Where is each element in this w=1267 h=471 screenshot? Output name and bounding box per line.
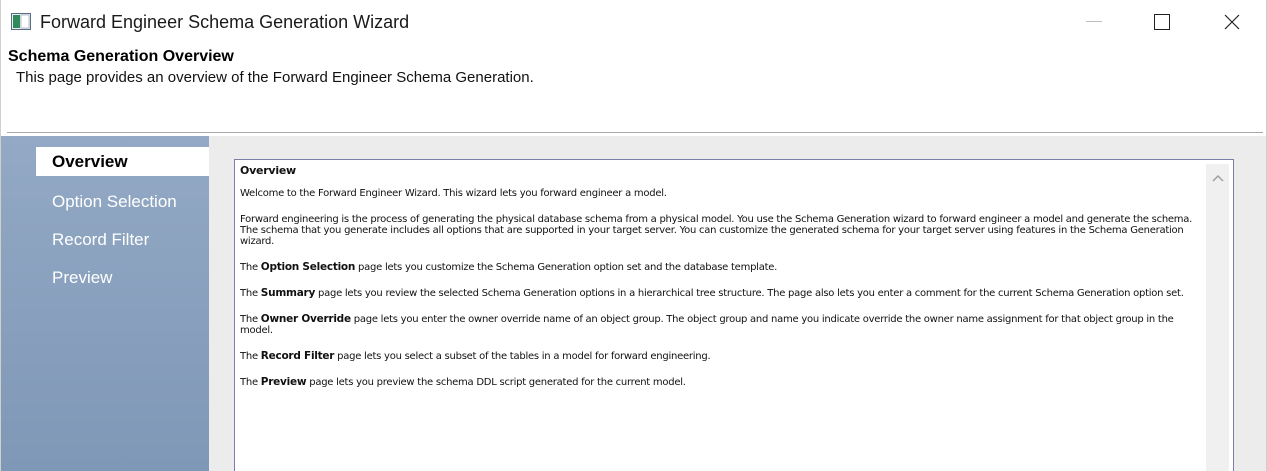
doc-text: The <box>240 288 261 299</box>
minimize-button[interactable] <box>1071 0 1117 44</box>
overview-document-panel[interactable]: Overview Welcome to the Forward Engineer… <box>234 159 1234 471</box>
title-bar[interactable]: Forward Engineer Schema Generation Wizar… <box>1 0 1266 44</box>
doc-page-summary: The Summary page lets you review the sel… <box>240 287 1202 300</box>
doc-page-record-filter: The Record Filter page lets you select a… <box>240 350 1202 363</box>
doc-description: Forward engineering is the process of ge… <box>240 214 1193 247</box>
doc-text: The <box>240 262 261 273</box>
window-title: Forward Engineer Schema Generation Wizar… <box>40 12 410 32</box>
doc-page-option-selection: The Option Selection page lets you custo… <box>240 261 1202 274</box>
maximize-button[interactable] <box>1139 0 1185 44</box>
doc-text: The <box>240 351 261 362</box>
nav-item-preview[interactable]: Preview <box>36 263 209 292</box>
nav-item-overview[interactable]: Overview <box>36 147 209 176</box>
doc-term: Owner Override <box>260 313 351 325</box>
doc-text: page lets you preview the schema DDL scr… <box>306 377 686 388</box>
doc-text: The <box>240 314 261 325</box>
page-title: Schema Generation Overview <box>8 48 234 65</box>
doc-term: Option Selection <box>260 261 356 273</box>
doc-text: page lets you customize the Schema Gener… <box>355 262 778 273</box>
doc-term: Summary <box>260 287 316 299</box>
doc-page-owner-override: The Owner Override page lets you enter t… <box>240 313 1202 337</box>
doc-term: Preview <box>260 376 307 388</box>
page-subtitle: This page provides an overview of the Fo… <box>16 69 534 86</box>
overview-text: Overview Welcome to the Forward Engineer… <box>240 165 1202 403</box>
doc-page-preview: The Preview page lets you preview the sc… <box>240 376 1202 389</box>
doc-text: page lets you enter the owner override n… <box>240 314 1174 336</box>
doc-term: Record Filter <box>260 350 335 362</box>
nav-item-option-selection[interactable]: Option Selection <box>36 187 209 216</box>
wizard-window: Forward Engineer Schema Generation Wizar… <box>0 0 1267 471</box>
doc-text: page lets you select a subset of the tab… <box>334 351 711 362</box>
wizard-app-icon <box>11 13 31 30</box>
scroll-up-button[interactable] <box>1206 164 1229 192</box>
chevron-up-icon <box>1211 174 1224 182</box>
maximize-icon <box>1154 14 1170 30</box>
minimize-icon <box>1086 21 1102 22</box>
doc-text: The <box>240 377 261 388</box>
doc-intro: Welcome to the Forward Engineer Wizard. … <box>240 188 667 199</box>
close-button[interactable] <box>1209 0 1255 44</box>
doc-heading: Overview <box>240 164 296 177</box>
nav-item-record-filter[interactable]: Record Filter <box>36 225 209 254</box>
vertical-scrollbar[interactable] <box>1206 164 1229 471</box>
doc-text: page lets you review the selected Schema… <box>315 288 1184 299</box>
close-icon <box>1224 14 1240 30</box>
